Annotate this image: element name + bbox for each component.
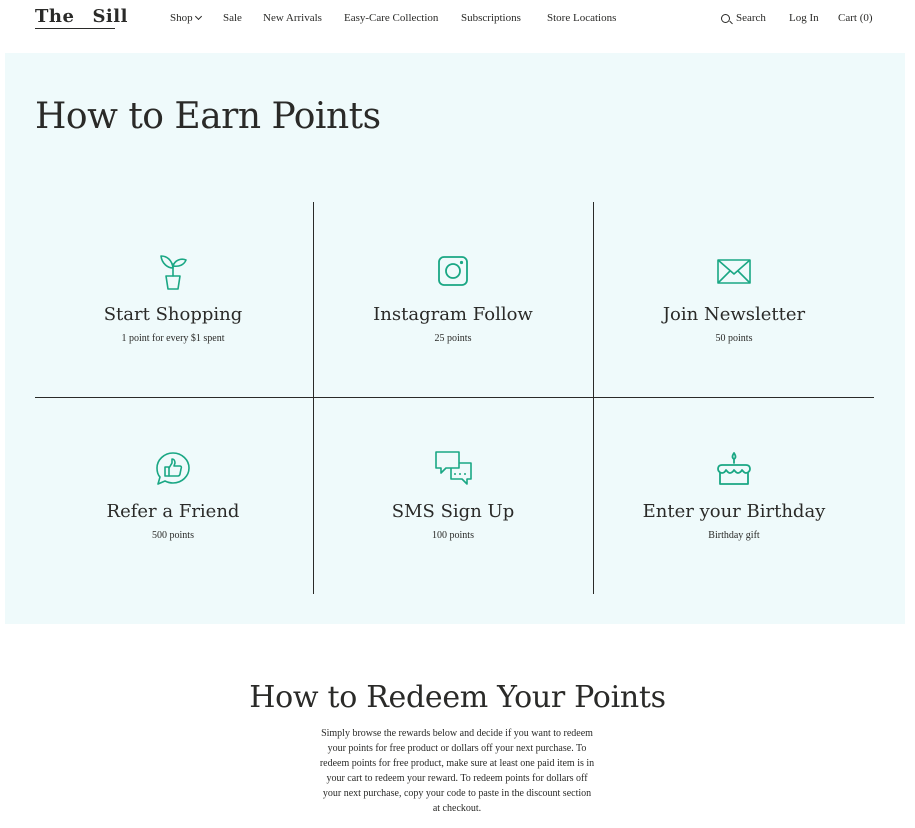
site-header: The Sill Shop Sale New Arrivals Easy-Care… (0, 0, 915, 44)
nav-sale[interactable]: Sale (223, 12, 242, 24)
redeem-points-description: Simply browse the rewards below and deci… (292, 726, 622, 816)
search-icon[interactable] (721, 14, 730, 23)
redeem-line: your points for free product or dollars … (327, 743, 587, 754)
earn-item-sms-sign-up: SMS Sign Up 100 points (313, 449, 593, 541)
birthday-cake-icon (717, 452, 751, 485)
earn-item-title: Instagram Follow (373, 304, 533, 325)
thumbs-up-chat-icon (156, 452, 190, 485)
earn-item-instagram-follow: Instagram Follow 25 points (313, 252, 593, 344)
nav-easy-care-collection[interactable]: Easy-Care Collection (344, 12, 438, 24)
search-link[interactable]: Search (736, 12, 766, 24)
nav-shop[interactable]: Shop (170, 12, 202, 24)
nav-subscriptions[interactable]: Subscriptions (461, 12, 521, 24)
chat-bubbles-icon (435, 451, 472, 485)
earn-item-title: Enter your Birthday (642, 501, 826, 522)
logo-word-sill: Sill (92, 6, 128, 27)
nav-new-arrivals[interactable]: New Arrivals (263, 12, 322, 24)
redeem-line: redeem points for free product, make sur… (319, 758, 595, 769)
login-link[interactable]: Log In (789, 12, 819, 24)
earn-item-points: 500 points (152, 530, 194, 541)
plant-pot-icon (160, 255, 187, 290)
earn-item-points: 50 points (715, 333, 753, 344)
earn-item-points: 1 point for every $1 spent (121, 333, 225, 344)
redeem-line: Simply browse the rewards below and deci… (321, 728, 593, 739)
earn-item-points: Birthday gift (708, 530, 760, 541)
earn-item-title: SMS Sign Up (391, 501, 515, 522)
cart-link[interactable]: Cart (0) (838, 12, 873, 24)
earn-item-refer-a-friend: Refer a Friend 500 points (33, 449, 313, 541)
earn-item-title: Start Shopping (103, 304, 243, 325)
grid-divider-horizontal (35, 397, 874, 398)
earn-item-start-shopping: Start Shopping 1 point for every $1 spen… (33, 252, 313, 344)
envelope-icon (717, 259, 751, 284)
earn-item-join-newsletter: Join Newsletter 50 points (594, 252, 874, 344)
earn-item-points: 100 points (432, 530, 474, 541)
nav-shop-label: Shop (170, 12, 193, 24)
nav-store-locations[interactable]: Store Locations (547, 12, 616, 24)
chevron-down-icon (194, 12, 202, 21)
earn-item-title: Join Newsletter (662, 304, 806, 325)
site-logo[interactable]: The Sill (35, 6, 128, 27)
logo-word-the: The (35, 6, 75, 27)
redeem-line: your next purchase, copy your code to pa… (322, 788, 592, 799)
redeem-points-title: How to Redeem Your Points (249, 680, 666, 715)
earn-item-enter-birthday: Enter your Birthday Birthday gift (594, 449, 874, 541)
redeem-line: at checkout. (432, 803, 482, 814)
earn-points-title: How to Earn Points (35, 96, 381, 137)
earn-item-title: Refer a Friend (106, 501, 240, 522)
instagram-icon (438, 256, 468, 286)
logo-underline (35, 28, 115, 29)
earn-item-points: 25 points (434, 333, 472, 344)
redeem-line: your cart to redeem your reward. To rede… (326, 773, 588, 784)
